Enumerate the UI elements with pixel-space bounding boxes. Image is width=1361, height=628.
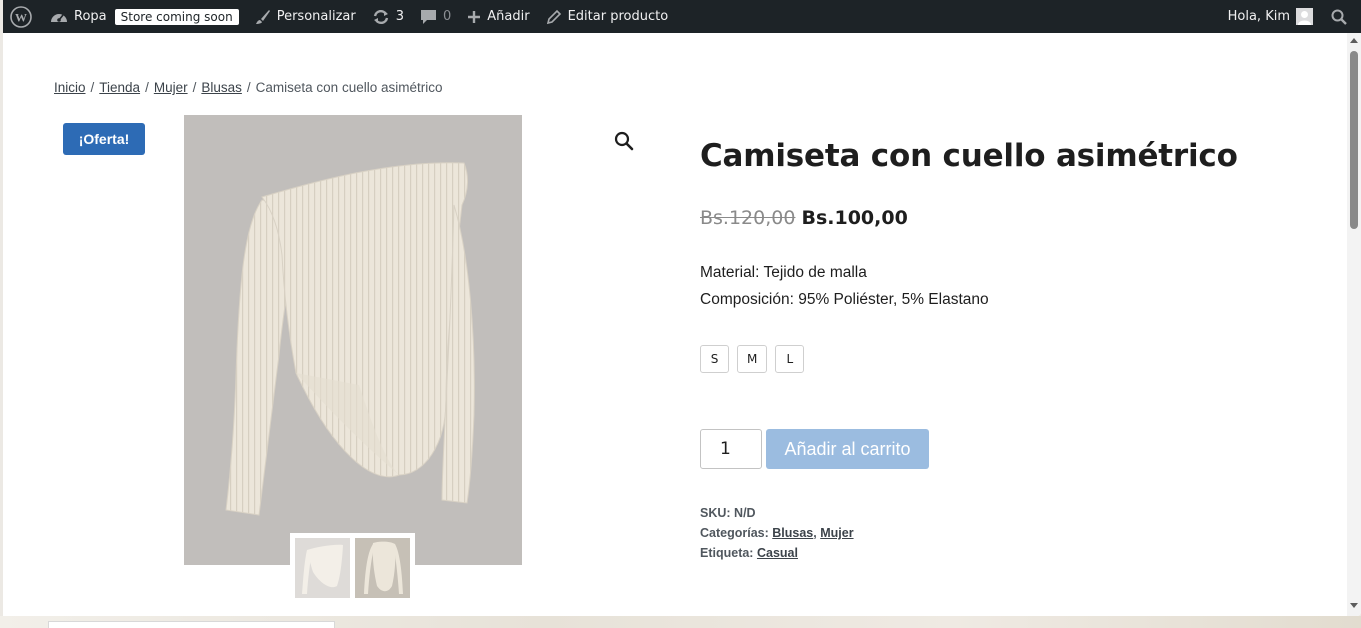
site-name-menu[interactable]: Ropa Store coming soon xyxy=(40,0,247,33)
product-meta: SKU: N/D Categorías: Blusas, Mujer Etiqu… xyxy=(700,503,854,563)
edit-product-label: Editar producto xyxy=(567,9,669,24)
comments-count: 0 xyxy=(443,9,452,24)
composition-text: Composición: 95% Poliéster, 5% Elastano xyxy=(700,291,989,308)
scroll-thumb[interactable] xyxy=(1350,51,1358,229)
breadcrumb-separator: / xyxy=(192,80,197,95)
site-name: Ropa xyxy=(74,9,107,24)
breadcrumb-separator: / xyxy=(90,80,95,95)
breadcrumb-link-mujer[interactable]: Mujer xyxy=(154,80,188,95)
taskbar-search-box[interactable] xyxy=(48,621,335,628)
my-account-menu[interactable]: Hola, Kim xyxy=(1220,0,1321,33)
sku-value: N/D xyxy=(734,506,756,520)
product-main-image[interactable] xyxy=(184,115,522,565)
add-to-cart-button[interactable]: Añadir al carrito xyxy=(766,429,929,469)
scroll-down-arrow-icon[interactable] xyxy=(1350,603,1358,608)
size-selector: S M L xyxy=(700,345,805,373)
categories-line: Categorías: Blusas, Mujer xyxy=(700,526,854,540)
sale-price: Bs.100,00 xyxy=(801,207,908,229)
sku-label: SKU: xyxy=(700,506,731,520)
greeting: Hola, Kim xyxy=(1227,9,1290,24)
tag-link-casual[interactable]: Casual xyxy=(757,546,798,560)
avatar xyxy=(1296,8,1313,25)
breadcrumb-separator: / xyxy=(246,80,251,95)
quantity-input[interactable]: 1 xyxy=(700,429,762,469)
gallery-thumbnail-front[interactable] xyxy=(295,538,350,598)
admin-bar: W Ropa Store coming soon Personalizar 3 xyxy=(3,0,1361,33)
comment-icon xyxy=(420,9,437,25)
store-status-badge[interactable]: Store coming soon xyxy=(114,8,239,25)
svg-text:W: W xyxy=(15,10,27,24)
dashboard-icon xyxy=(50,9,68,25)
tag-label: Etiqueta: xyxy=(700,546,754,560)
breadcrumb-separator: / xyxy=(145,80,149,95)
product-price: Bs.120,00 Bs.100,00 xyxy=(700,207,908,229)
product-short-description: Material: Tejido de malla Composición: 9… xyxy=(700,259,989,313)
category-link-mujer[interactable]: Mujer xyxy=(820,526,853,540)
updates-count: 3 xyxy=(395,9,404,24)
tag-line: Etiqueta: Casual xyxy=(700,543,854,563)
scroll-up-arrow-icon[interactable] xyxy=(1350,38,1358,43)
size-option-m[interactable]: M xyxy=(737,345,768,373)
pencil-icon xyxy=(546,9,562,25)
size-option-l[interactable]: L xyxy=(775,345,805,373)
brush-icon xyxy=(255,9,271,25)
size-option-s[interactable]: S xyxy=(700,345,729,373)
add-new-label: Añadir xyxy=(487,9,530,24)
sale-badge: ¡Oferta! xyxy=(63,123,145,155)
breadcrumb-link-inicio[interactable]: Inicio xyxy=(54,80,86,95)
add-new-menu[interactable]: Añadir xyxy=(459,0,537,33)
product-title: Camiseta con cuello asimétrico xyxy=(700,138,1238,174)
breadcrumb-link-blusas[interactable]: Blusas xyxy=(201,80,242,95)
edit-product-link[interactable]: Editar producto xyxy=(538,0,677,33)
updates-icon xyxy=(372,9,390,25)
browser-viewport: W Ropa Store coming soon Personalizar 3 xyxy=(3,0,1361,616)
breadcrumb-link-tienda[interactable]: Tienda xyxy=(99,80,140,95)
breadcrumb: Inicio / Tienda / Mujer / Blusas / Camiseta con … xyxy=(54,80,442,95)
categories-label: Categorías: xyxy=(700,526,769,540)
updates-link[interactable]: 3 xyxy=(364,0,412,33)
regular-price: Bs.120,00 xyxy=(700,207,796,229)
comments-link[interactable]: 0 xyxy=(412,0,459,33)
wordpress-logo-icon[interactable]: W xyxy=(3,0,40,33)
customize-label: Personalizar xyxy=(276,9,356,24)
material-text: Material: Tejido de malla xyxy=(700,264,867,281)
vertical-scrollbar[interactable] xyxy=(1347,33,1361,616)
search-icon[interactable] xyxy=(1321,0,1361,33)
gallery-thumbnail-back[interactable] xyxy=(355,538,410,598)
sku-line: SKU: N/D xyxy=(700,503,854,523)
breadcrumb-current: Camiseta con cuello asimétrico xyxy=(255,80,443,95)
customize-link[interactable]: Personalizar xyxy=(247,0,364,33)
gallery-thumbnails xyxy=(290,533,415,603)
plus-icon xyxy=(467,10,481,24)
category-link-blusas[interactable]: Blusas xyxy=(772,526,813,540)
zoom-magnifier-icon[interactable] xyxy=(613,130,635,152)
